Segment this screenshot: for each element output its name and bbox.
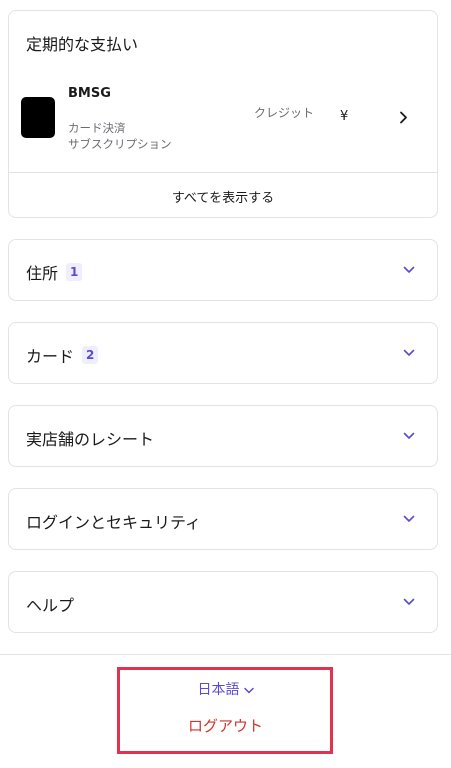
merchant-payment-type: カード決済 <box>68 121 126 135</box>
language-selector[interactable]: 日本語 <box>0 679 451 699</box>
chevron-right-icon[interactable] <box>399 111 408 124</box>
cards-count-badge: 2 <box>82 346 99 364</box>
section-address-label: 住所 <box>26 264 59 283</box>
section-address[interactable]: 住所 1 <box>8 239 438 301</box>
recurring-payments-card: 定期的な支払い BMSG カード決済 サブスクリプション クレジット ¥ すべて… <box>8 10 438 218</box>
language-label: 日本語 <box>197 682 240 698</box>
recurring-payments-title: 定期的な支払い <box>26 35 139 54</box>
payment-method-label: クレジット <box>254 106 315 120</box>
section-store-receipts[interactable]: 実店舗のレシート <box>8 405 438 467</box>
footer-divider <box>0 654 451 655</box>
merchant-name: BMSG <box>68 86 111 101</box>
chevron-down-icon[interactable] <box>403 349 415 357</box>
section-help[interactable]: ヘルプ <box>8 571 438 633</box>
logout-button[interactable]: ログアウト <box>0 715 451 736</box>
section-cards-label: カード <box>26 347 75 366</box>
chevron-down-icon[interactable] <box>403 515 415 523</box>
address-count-badge: 1 <box>66 263 83 281</box>
show-all-link[interactable]: すべてを表示する <box>9 187 437 206</box>
chevron-down-icon[interactable] <box>403 432 415 440</box>
section-login-security[interactable]: ログインとセキュリティ <box>8 488 438 550</box>
section-help-label: ヘルプ <box>26 596 75 615</box>
section-login-security-label: ログインとセキュリティ <box>26 513 202 532</box>
card-divider <box>9 172 437 173</box>
subscription-amount: ¥ <box>340 109 349 124</box>
merchant-logo <box>21 97 55 138</box>
section-cards[interactable]: カード 2 <box>8 322 438 384</box>
chevron-down-icon[interactable] <box>403 598 415 606</box>
merchant-subscription-type: サブスクリプション <box>68 137 172 151</box>
section-store-receipts-label: 実店舗のレシート <box>26 430 155 449</box>
chevron-down-icon[interactable] <box>403 266 415 274</box>
chevron-down-icon <box>243 687 254 693</box>
